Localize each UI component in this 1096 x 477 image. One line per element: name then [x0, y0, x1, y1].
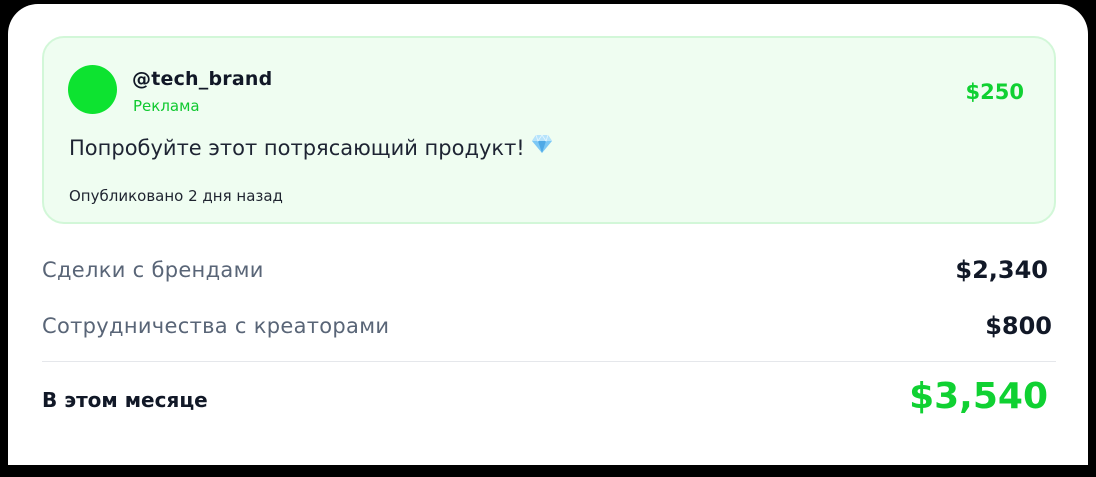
row-label: Сделки с брендами — [42, 258, 264, 282]
post-handle[interactable]: @tech_brand — [132, 68, 272, 90]
avatar[interactable] — [68, 65, 117, 114]
post-message-line: Попробуйте этот потрясающий продукт! — [69, 133, 553, 160]
post-message: Попробуйте этот потрясающий продукт! — [69, 136, 525, 160]
earnings-card: @tech_brand Реклама $250 Попробуйте этот… — [8, 4, 1088, 465]
published-time: Опубликовано 2 дня назад — [69, 187, 283, 205]
earnings-row-brand-deals: Сделки с брендами $2,340 — [42, 252, 1056, 292]
divider — [42, 361, 1056, 362]
total-label: В этом месяце — [42, 388, 208, 412]
ad-label: Реклама — [133, 97, 200, 115]
total-value: $3,540 — [909, 376, 1048, 417]
sponsored-post[interactable]: @tech_brand Реклама $250 Попробуйте этот… — [42, 36, 1056, 224]
row-label: Сотрудничества с креаторами — [42, 314, 390, 338]
row-value: $800 — [985, 312, 1052, 340]
post-price: $250 — [965, 80, 1024, 104]
gem-icon — [531, 133, 553, 159]
earnings-row-creator-collabs: Сотрудничества с креаторами $800 — [42, 308, 1056, 348]
row-value: $2,340 — [955, 256, 1048, 284]
